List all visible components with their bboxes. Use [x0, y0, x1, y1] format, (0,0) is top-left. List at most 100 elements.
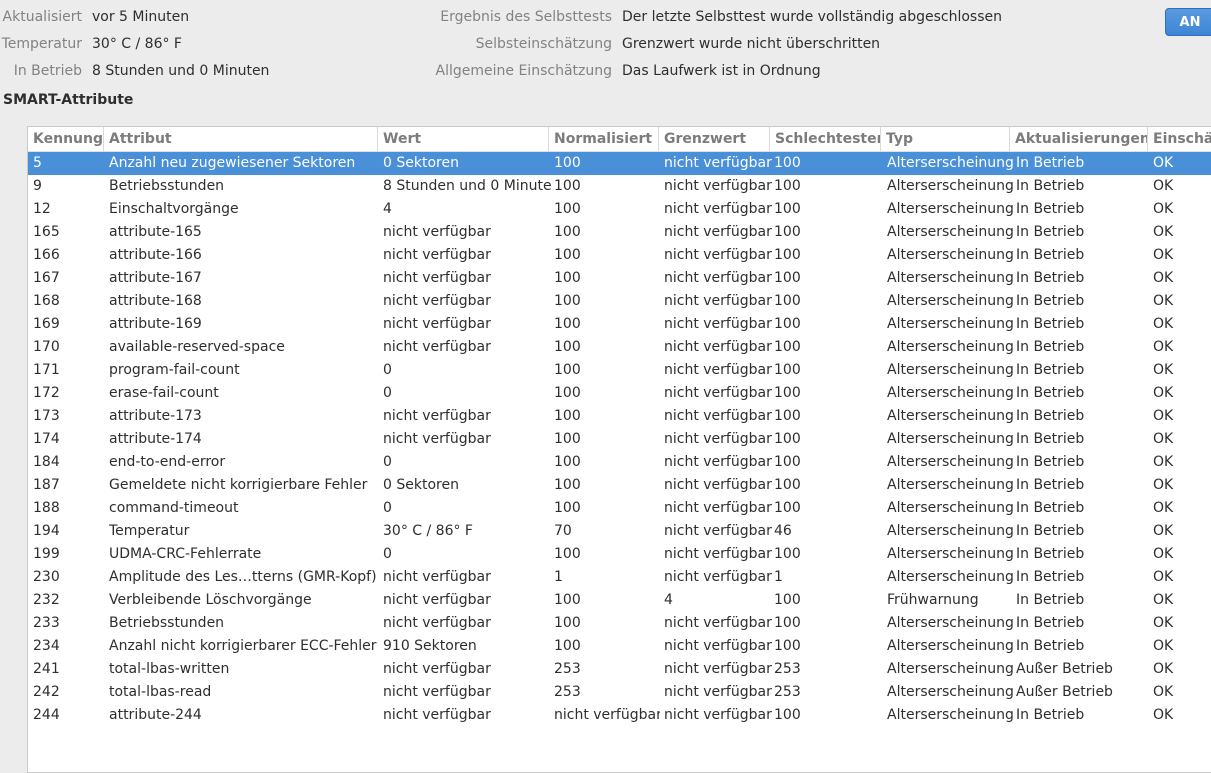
- table-row[interactable]: 174 attribute-174 nicht verfügbar 100 nicht …: [28, 428, 1211, 451]
- cell-type: Alterserscheinung: [887, 569, 1014, 585]
- cell-threshold: nicht verfügbar: [664, 247, 772, 263]
- cell-id: 242: [33, 684, 60, 700]
- table-row[interactable]: 199 UDMA-CRC-Fehlerrate 0 100 nicht verfügba…: [28, 543, 1211, 566]
- cell-worst: 100: [774, 385, 801, 401]
- cell-threshold: nicht verfügbar: [664, 362, 772, 378]
- table-row[interactable]: 241 total-lbas-written nicht verfügbar 253 n…: [28, 658, 1211, 681]
- cell-worst: 100: [774, 339, 801, 355]
- cell-assessment: OK: [1153, 661, 1174, 677]
- temperature-value: 30° C / 86° F: [92, 36, 182, 52]
- table-row[interactable]: 5 Anzahl neu zugewiesener Sektoren 0 Sekto…: [28, 152, 1211, 175]
- cell-attribute: Betriebsstunden: [109, 615, 225, 631]
- cell-assessment: OK: [1153, 178, 1174, 194]
- cell-threshold: nicht verfügbar: [664, 707, 772, 723]
- cell-assessment: OK: [1153, 339, 1174, 355]
- column-header-updates[interactable]: Aktualisierungen: [1010, 127, 1148, 151]
- cell-attribute: attribute-169: [109, 316, 202, 332]
- cell-attribute: Anzahl nicht korrigierbarer ECC-Fehler: [109, 638, 377, 654]
- temperature-label: Temperatur: [1, 36, 82, 52]
- table-row[interactable]: 173 attribute-173 nicht verfügbar 100 nicht …: [28, 405, 1211, 428]
- cell-id: 174: [33, 431, 60, 447]
- table-row[interactable]: 234 Anzahl nicht korrigierbarer ECC-Fehle…: [28, 635, 1211, 658]
- column-header-attribute[interactable]: Attribut: [104, 127, 378, 151]
- cell-value: nicht verfügbar: [383, 224, 491, 240]
- cell-assessment: OK: [1153, 569, 1174, 585]
- column-header-normalized[interactable]: Normalisiert: [549, 127, 659, 151]
- cell-attribute: Temperatur: [109, 523, 190, 539]
- cell-id: 172: [33, 385, 60, 401]
- table-row[interactable]: 232 Verbleibende Löschvorgänge nicht verfü…: [28, 589, 1211, 612]
- table-row[interactable]: 233 Betriebsstunden nicht verfügbar 100 nich…: [28, 612, 1211, 635]
- table-row[interactable]: 166 attribute-166 nicht verfügbar 100 nicht …: [28, 244, 1211, 267]
- cell-id: 233: [33, 615, 60, 631]
- table-row[interactable]: 187 Gemeldete nicht korrigierbare Fehler 0…: [28, 474, 1211, 497]
- cell-attribute: Amplitude des Les…tterns (GMR-Kopf): [109, 569, 377, 585]
- cell-id: 171: [33, 362, 60, 378]
- column-header-worst[interactable]: Schlechtester: [770, 127, 881, 151]
- cell-attribute: Verbleibende Löschvorgänge: [109, 592, 312, 608]
- cell-attribute: total-lbas-read: [109, 684, 212, 700]
- cell-threshold: nicht verfügbar: [664, 454, 772, 470]
- table-row[interactable]: 230 Amplitude des Les…tterns (GMR-Kopf) ni…: [28, 566, 1211, 589]
- cell-updates: In Betrieb: [1016, 546, 1085, 562]
- cell-assessment: OK: [1153, 592, 1174, 608]
- cell-id: 244: [33, 707, 60, 723]
- table-row[interactable]: 167 attribute-167 nicht verfügbar 100 nicht …: [28, 267, 1211, 290]
- cell-threshold: nicht verfügbar: [664, 224, 772, 240]
- table-row[interactable]: 242 total-lbas-read nicht verfügbar 253 nich…: [28, 681, 1211, 704]
- column-header-threshold[interactable]: Grenzwert: [659, 127, 770, 151]
- updated-label: Aktualisiert: [2, 9, 82, 25]
- column-header-assessment[interactable]: Einschätzung: [1148, 127, 1211, 151]
- cell-id: 170: [33, 339, 60, 355]
- cell-attribute: attribute-168: [109, 293, 202, 309]
- table-row[interactable]: 194 Temperatur 30° C / 86° F 70 nicht verfüg…: [28, 520, 1211, 543]
- smart-toggle-button[interactable]: AN: [1165, 8, 1211, 36]
- table-row[interactable]: 165 attribute-165 nicht verfügbar 100 nicht …: [28, 221, 1211, 244]
- table-row[interactable]: 169 attribute-169 nicht verfügbar 100 nicht …: [28, 313, 1211, 336]
- cell-updates: In Betrieb: [1016, 477, 1085, 493]
- table-row[interactable]: 12 Einschaltvorgänge 4 100 nicht verfügbar 10…: [28, 198, 1211, 221]
- table-row[interactable]: 9 Betriebsstunden 8 Stunden und 0 Minuten 1…: [28, 175, 1211, 198]
- cell-updates: In Betrieb: [1016, 224, 1085, 240]
- table-row[interactable]: 184 end-to-end-error 0 100 nicht verfügbar 10…: [28, 451, 1211, 474]
- cell-id: 9: [33, 178, 42, 194]
- cell-attribute: program-fail-count: [109, 362, 240, 378]
- cell-value: 0: [383, 362, 392, 378]
- cell-type: Alterserscheinung: [887, 500, 1014, 516]
- cell-value: nicht verfügbar: [383, 339, 491, 355]
- cell-worst: 100: [774, 431, 801, 447]
- column-header-id[interactable]: Kennung: [28, 127, 104, 151]
- table-row[interactable]: 168 attribute-168 nicht verfügbar 100 nicht …: [28, 290, 1211, 313]
- table-row[interactable]: 171 program-fail-count 0 100 nicht verfügbar…: [28, 359, 1211, 382]
- cell-threshold: nicht verfügbar: [664, 408, 772, 424]
- cell-assessment: OK: [1153, 270, 1174, 286]
- cell-worst: 100: [774, 707, 801, 723]
- cell-type: Alterserscheinung: [887, 638, 1014, 654]
- table-row[interactable]: 188 command-timeout 0 100 nicht verfügbar 100…: [28, 497, 1211, 520]
- cell-type: Alterserscheinung: [887, 661, 1014, 677]
- cell-id: 230: [33, 569, 60, 585]
- cell-normalized: 100: [554, 408, 581, 424]
- cell-type: Alterserscheinung: [887, 684, 1014, 700]
- cell-value: nicht verfügbar: [383, 592, 491, 608]
- cell-attribute: erase-fail-count: [109, 385, 219, 401]
- cell-value: nicht verfügbar: [383, 316, 491, 332]
- table-row[interactable]: 244 attribute-244 nicht verfügbar nicht ver…: [28, 704, 1211, 727]
- table-row[interactable]: 170 available-reserved-space nicht verfügb…: [28, 336, 1211, 359]
- cell-id: 12: [33, 201, 51, 217]
- cell-type: Alterserscheinung: [887, 707, 1014, 723]
- cell-type: Alterserscheinung: [887, 339, 1014, 355]
- cell-id: 168: [33, 293, 60, 309]
- cell-updates: In Betrieb: [1016, 293, 1085, 309]
- selftest-value: Der letzte Selbsttest wurde vollständig …: [622, 9, 1003, 25]
- cell-value: nicht verfügbar: [383, 707, 491, 723]
- column-header-value[interactable]: Wert: [378, 127, 549, 151]
- cell-type: Alterserscheinung: [887, 431, 1014, 447]
- cell-worst: 100: [774, 638, 801, 654]
- cell-worst: 100: [774, 408, 801, 424]
- cell-worst: 100: [774, 270, 801, 286]
- cell-value: nicht verfügbar: [383, 270, 491, 286]
- column-header-type[interactable]: Typ: [881, 127, 1010, 151]
- table-row[interactable]: 172 erase-fail-count 0 100 nicht verfügbar 10…: [28, 382, 1211, 405]
- cell-attribute: end-to-end-error: [109, 454, 226, 470]
